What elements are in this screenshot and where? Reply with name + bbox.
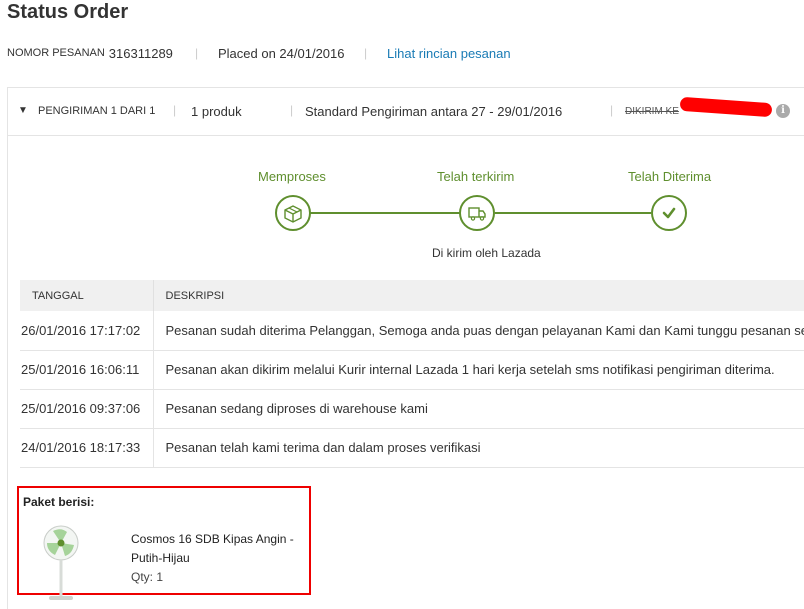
package-title: Paket berisi: (23, 495, 95, 509)
step-delivered-label: Telah Diterima (628, 169, 712, 184)
delivered-by: Di kirim oleh Lazada (432, 246, 541, 260)
row-date: 25/01/2016 16:06:11 (20, 350, 153, 390)
row-description: Pesanan sedang diproses di warehouse kam… (152, 389, 804, 429)
table-header-row: TANGGAL DESKRIPSI (20, 280, 804, 311)
shipment-panel: ▼ PENGIRIMAN 1 DARI 1 | 1 produk | Stand… (7, 87, 804, 609)
step-processing (275, 195, 311, 231)
shipment-header[interactable]: ▼ PENGIRIMAN 1 DARI 1 | 1 produk | Stand… (8, 88, 804, 136)
truck-icon (468, 207, 486, 221)
product-qty: Qty: 1 (131, 570, 164, 584)
table-row: 24/01/2016 18:17:33 Pesanan telah kami t… (20, 428, 804, 468)
row-date: 25/01/2016 09:37:06 (20, 389, 153, 429)
shipping-estimate: Standard Pengiriman antara 27 - 29/01/20… (305, 104, 563, 119)
shipping-destination: DIKIRIM KE (625, 106, 679, 117)
table-row: 26/01/2016 17:17:02 Pesanan sudah diteri… (20, 311, 804, 351)
row-date: 24/01/2016 18:17:33 (20, 428, 153, 468)
order-details-link[interactable]: Lihat rincian pesanan (387, 46, 511, 61)
order-number-label: NOMOR PESANAN (7, 47, 105, 59)
table-row: 25/01/2016 16:06:11 Pesanan akan dikirim… (20, 350, 804, 390)
product-name[interactable]: Cosmos 16 SDB Kipas Angin - Putih-Hijau (131, 530, 306, 568)
page-title: Status Order (7, 1, 129, 23)
fan-icon[interactable] (41, 523, 81, 603)
progress-line (495, 212, 651, 214)
row-description: Pesanan sudah diterima Pelanggan, Semoga… (152, 311, 804, 351)
box-icon (284, 205, 302, 223)
column-header-date: TANGGAL (20, 280, 153, 311)
table-row: 25/01/2016 09:37:06 Pesanan sedang dipro… (20, 389, 804, 429)
divider: | (195, 46, 199, 60)
order-number: NOMOR PESANAN 316311289 (7, 45, 173, 61)
row-description: Pesanan telah kami terima dan dalam pros… (152, 428, 804, 468)
step-shipped-label: Telah terkirim (437, 169, 515, 184)
info-icon[interactable]: i (776, 104, 790, 118)
step-delivered (651, 195, 687, 231)
check-icon (662, 207, 676, 219)
product-count: 1 produk (191, 104, 242, 119)
divider: | (610, 103, 614, 117)
divider: | (173, 103, 177, 117)
order-number-value: 316311289 (108, 45, 173, 61)
row-description: Pesanan akan dikirim melalui Kurir inter… (152, 350, 804, 390)
divider: | (290, 103, 294, 117)
step-shipped (459, 195, 495, 231)
divider: | (364, 46, 368, 60)
step-processing-label: Memproses (258, 169, 326, 184)
column-header-description: DESKRIPSI (152, 280, 804, 311)
tracking-history-table: TANGGAL DESKRIPSI 26/01/2016 17:17:02 Pe… (20, 280, 804, 468)
collapse-caret-icon[interactable]: ▼ (18, 105, 28, 116)
shipment-label: PENGIRIMAN 1 DARI 1 (38, 105, 156, 117)
placed-date: Placed on 24/01/2016 (218, 46, 345, 61)
row-date: 26/01/2016 17:17:02 (20, 311, 153, 351)
package-contents: Paket berisi: Cosmos 16 SDB Kipas Angin … (17, 486, 311, 600)
progress-line (309, 212, 461, 214)
redaction-mark (679, 96, 773, 118)
